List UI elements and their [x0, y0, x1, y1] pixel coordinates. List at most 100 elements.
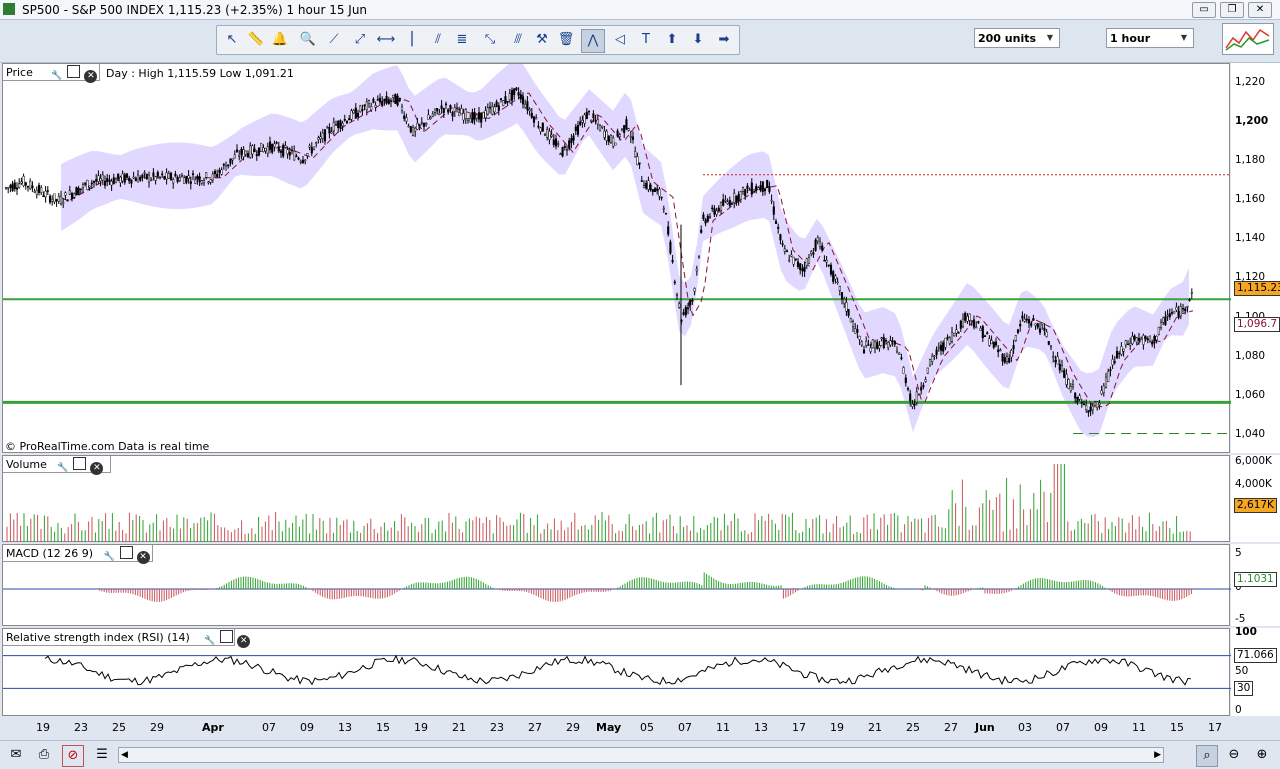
candle-body: [704, 219, 707, 224]
wrench-icon[interactable]: 🔧: [56, 462, 69, 475]
sell-arrow-icon[interactable]: ⬇: [687, 29, 709, 51]
pointer-icon[interactable]: ↖: [221, 29, 243, 51]
candle-body: [255, 154, 258, 156]
zoom-icon[interactable]: 🔍: [297, 29, 319, 51]
macd-chart[interactable]: [3, 545, 1231, 627]
volume-chart[interactable]: [3, 456, 1231, 543]
price-y-tick: 1,140: [1235, 232, 1266, 245]
candle-body: [48, 195, 52, 203]
candle-body: [642, 185, 646, 189]
restore-button[interactable]: ❐: [1220, 2, 1244, 18]
alarm-icon[interactable]: 🔔: [269, 29, 291, 51]
channel-icon[interactable]: ⫽: [427, 29, 449, 51]
list-icon[interactable]: ☰: [92, 745, 112, 765]
fan-icon[interactable]: ⤡: [479, 29, 501, 51]
timeframe-select[interactable]: 1 hour ▼: [1106, 28, 1194, 48]
text-icon[interactable]: T: [635, 29, 657, 51]
candle-body: [121, 173, 124, 182]
candle-body: [387, 99, 390, 105]
volume-panel[interactable]: Volume 🔧 ✕: [2, 455, 1230, 542]
close-button[interactable]: ✕: [1248, 2, 1272, 18]
units-select[interactable]: 200 units ▼: [974, 28, 1060, 48]
candle-body: [407, 125, 410, 128]
price-y-tick: 1,220: [1235, 75, 1266, 88]
candle-body: [568, 140, 571, 149]
candle-body: [110, 181, 113, 186]
right-arrow-icon[interactable]: ➡: [713, 29, 735, 51]
candle-body: [271, 143, 274, 153]
close-icon[interactable]: ✕: [136, 551, 150, 564]
candle-body: [59, 195, 63, 205]
fibonacci-icon[interactable]: ≣: [451, 29, 473, 51]
x-axis-label: 29: [150, 721, 164, 734]
candle-body: [755, 185, 758, 191]
candle-body: [746, 185, 749, 189]
wrench-icon[interactable]: 🔧: [203, 635, 216, 648]
x-axis-label: 05: [640, 721, 654, 734]
candle-body: [975, 326, 978, 329]
candle-body: [1005, 356, 1009, 362]
triangle-icon[interactable]: ◁: [609, 29, 631, 51]
prorealtime-logo[interactable]: [1222, 23, 1274, 55]
zoom-cursor-icon[interactable]: ⌕: [1196, 745, 1218, 767]
candle-body: [917, 393, 921, 396]
ruler-icon[interactable]: 📏: [245, 29, 267, 51]
trash-icon[interactable]: 🗑: [555, 29, 577, 51]
candle-body: [319, 136, 322, 140]
candle-body: [1153, 336, 1156, 344]
wrench-icon[interactable]: 🔧: [103, 551, 116, 564]
no-sound-icon[interactable]: ⊘: [62, 745, 84, 767]
candle-body: [662, 207, 665, 210]
candle-body: [1003, 357, 1006, 363]
buy-arrow-icon[interactable]: ⬆: [661, 29, 683, 51]
rsi-panel[interactable]: Relative strength index (RSI) (14) 🔧 ✕: [2, 628, 1231, 716]
window-icon[interactable]: [119, 546, 133, 559]
candle-body: [343, 119, 346, 121]
candle-body: [790, 254, 793, 257]
candle-body: [480, 112, 483, 123]
candle-body: [660, 196, 663, 199]
candle-body: [70, 193, 74, 199]
x-axis-label: 29: [566, 721, 580, 734]
x-axis-label: 13: [338, 721, 352, 734]
candle-body: [1036, 323, 1039, 328]
window-icon[interactable]: [73, 457, 87, 470]
print-icon[interactable]: ⎙: [34, 745, 54, 765]
candle-body: [372, 98, 375, 103]
candle-body: [792, 256, 795, 265]
wrench-icon[interactable]: 🔧: [50, 70, 63, 83]
scroll-right-icon[interactable]: ▶: [1154, 748, 1161, 762]
candle-body: [766, 179, 769, 188]
candle-body: [198, 176, 201, 183]
tools-icon[interactable]: ⚒: [531, 29, 553, 51]
ray-icon[interactable]: ⤢: [349, 29, 371, 51]
candle-body: [348, 118, 351, 121]
candle-body: [631, 136, 635, 140]
candle-body: [739, 191, 742, 200]
window-icon[interactable]: [67, 65, 81, 78]
price-panel[interactable]: Price 🔧 ✕ Day : High 1,115.59 Low 1,091.2…: [2, 63, 1231, 454]
window-icon[interactable]: [220, 630, 234, 643]
horizontal-line-icon[interactable]: ⟷: [375, 29, 397, 51]
zoom-out-icon[interactable]: ⊖: [1224, 745, 1244, 765]
mail-icon[interactable]: ✉: [6, 745, 26, 765]
candle-body: [18, 183, 21, 188]
price-chart[interactable]: [3, 64, 1231, 454]
candle-body: [405, 117, 408, 122]
x-axis-label: 13: [754, 721, 768, 734]
candle-body: [444, 103, 448, 106]
trend-icon[interactable]: ⋀: [581, 29, 605, 53]
candle-body: [1060, 365, 1064, 373]
candle-body: [213, 170, 217, 175]
x-axis-label: 27: [528, 721, 542, 734]
scroll-left-icon[interactable]: ◀: [121, 748, 128, 762]
candle-body: [719, 201, 723, 212]
parallel-icon[interactable]: ⫻: [507, 29, 529, 51]
vertical-line-icon[interactable]: ⎮: [401, 29, 423, 51]
line-icon[interactable]: ⟋: [323, 29, 345, 51]
zoom-in-icon[interactable]: ⊕: [1252, 745, 1272, 765]
minimize-button[interactable]: ▭: [1192, 2, 1216, 18]
chart-scrollbar[interactable]: ◀ ▶: [118, 747, 1164, 763]
macd-panel[interactable]: MACD (12 26 9) 🔧 ✕: [2, 544, 1231, 627]
candle-body: [273, 143, 276, 148]
